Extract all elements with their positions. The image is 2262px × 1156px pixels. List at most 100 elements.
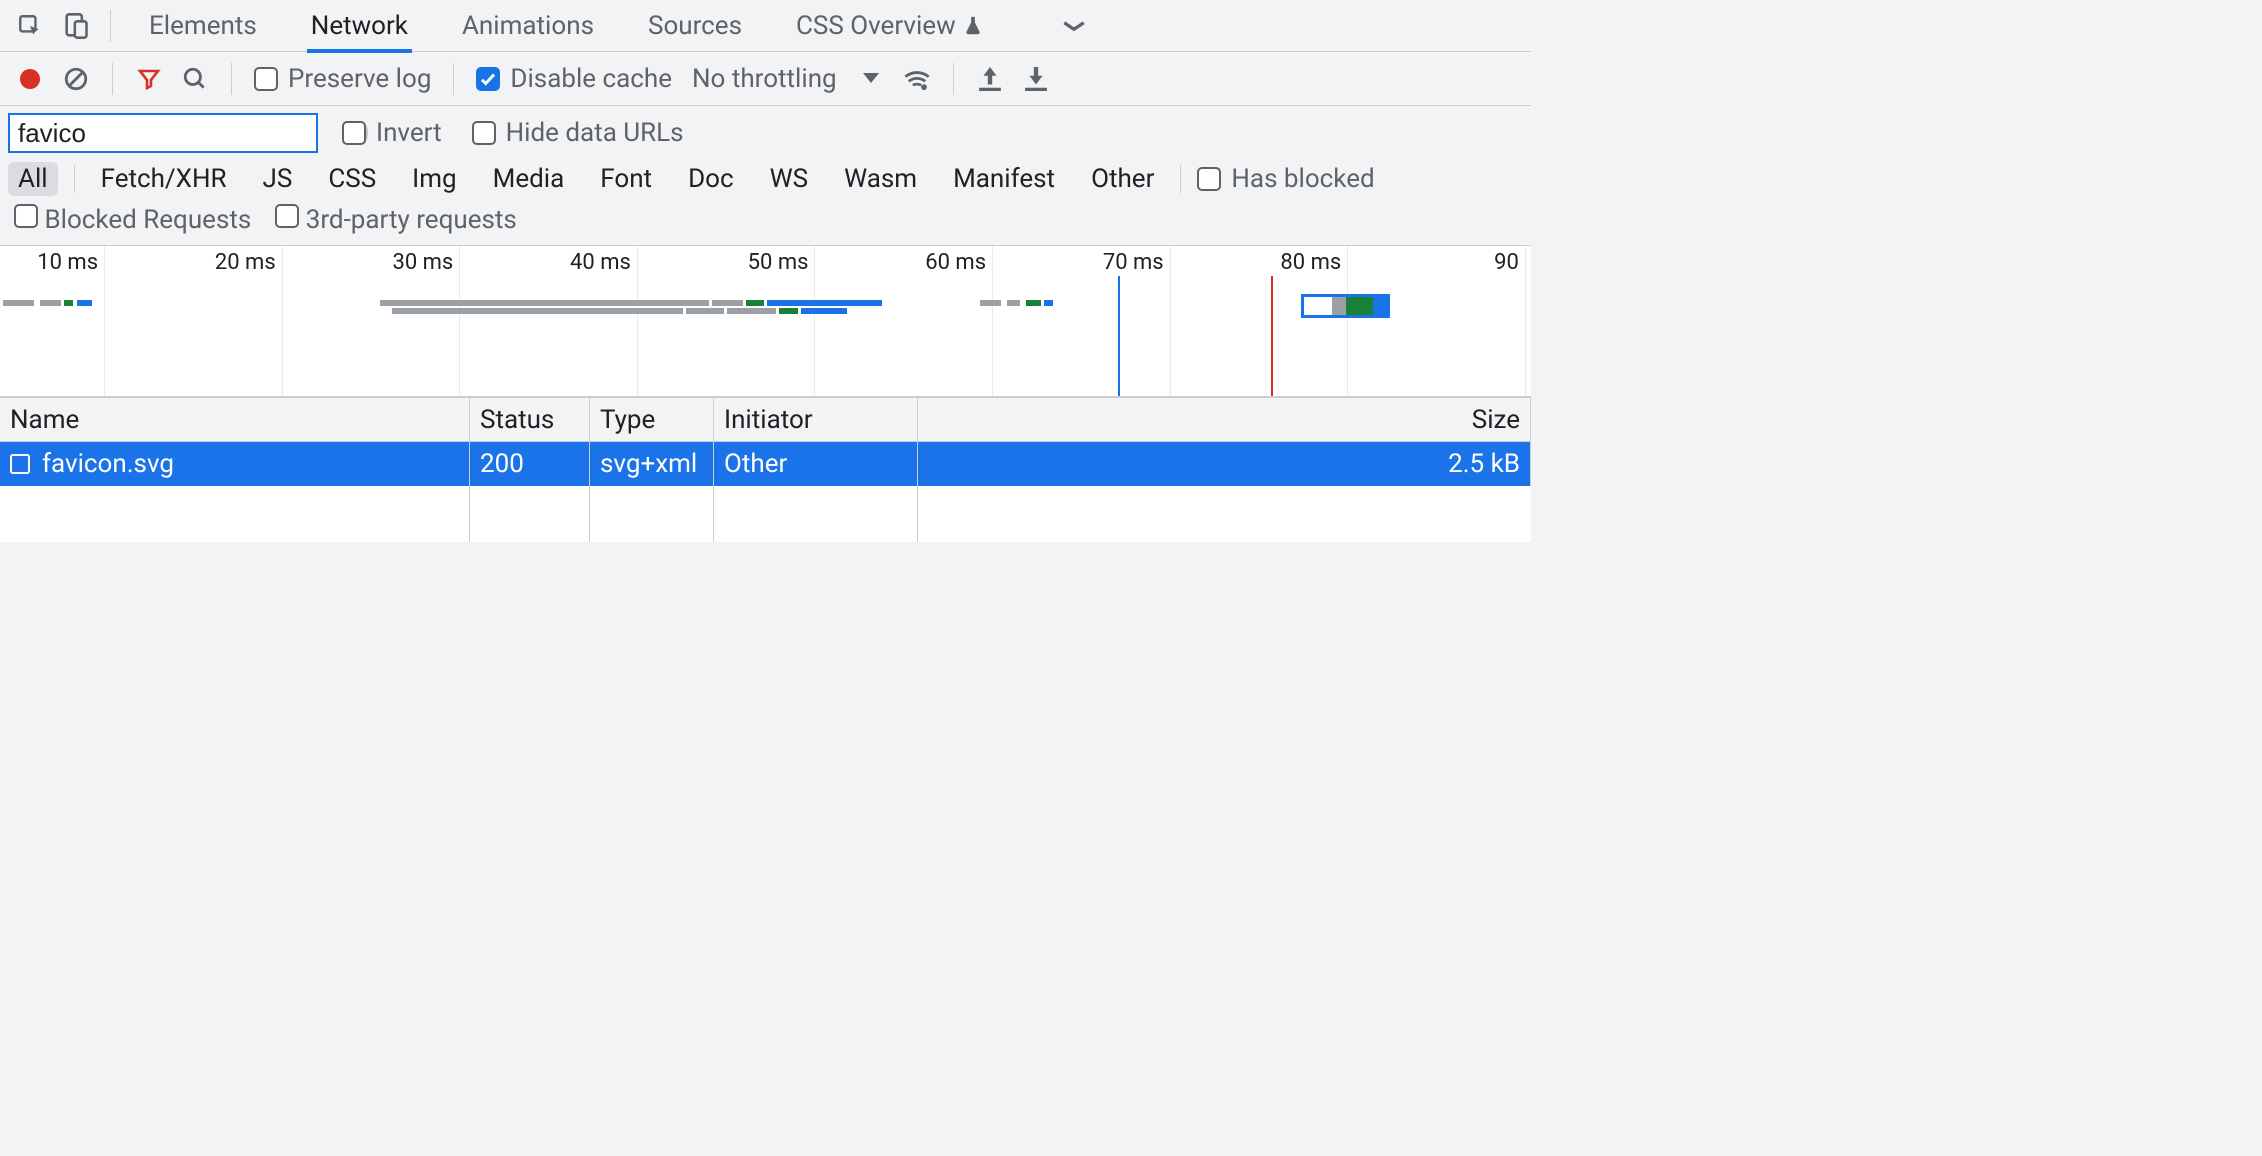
tab-css-overview-label: CSS Overview (796, 11, 956, 41)
divider (110, 10, 111, 42)
timeline-bar (686, 308, 724, 314)
table-header: Name Status Type Initiator Size (0, 398, 1531, 442)
tab-sources[interactable]: Sources (624, 0, 766, 52)
cell-size: 2.5 kB (918, 442, 1531, 486)
timeline-tick-label: 20 ms (215, 250, 282, 275)
col-name-header[interactable]: Name (0, 398, 470, 441)
tab-network[interactable]: Network (287, 0, 432, 52)
timeline-bar (64, 300, 73, 306)
hide-data-urls-label: Hide data URLs (506, 118, 684, 148)
col-initiator-header[interactable]: Initiator (714, 398, 918, 441)
filter-doc[interactable]: Doc (678, 162, 744, 196)
has-blocked-checkbox[interactable]: Has blocked (1197, 164, 1374, 194)
network-toolbar: Preserve log Disable cache No throttling (0, 52, 1531, 106)
filter-toggle-icon[interactable] (129, 59, 169, 99)
checkbox-checked-icon (476, 67, 500, 91)
filter-manifest[interactable]: Manifest (943, 162, 1065, 196)
checkbox-icon (342, 121, 366, 145)
record-button[interactable] (10, 59, 50, 99)
throttling-select[interactable]: No throttling (684, 64, 845, 94)
more-tabs-icon[interactable] (1054, 6, 1094, 46)
main-tabs-bar: Elements Network Animations Sources CSS … (0, 0, 1531, 52)
timeline-bar (1026, 300, 1041, 306)
timeline-tick-label: 90 (1494, 250, 1525, 275)
invert-checkbox[interactable]: Invert (336, 118, 448, 148)
timeline-bar (767, 300, 882, 306)
import-har-icon[interactable] (970, 59, 1010, 99)
timeline-tick-label: 60 ms (925, 250, 992, 275)
filter-other[interactable]: Other (1081, 162, 1164, 196)
checkbox-icon (14, 204, 38, 228)
timeline-tick-label: 30 ms (392, 250, 459, 275)
timeline-tick-label: 40 ms (570, 250, 637, 275)
col-status-header[interactable]: Status (470, 398, 590, 441)
timeline-bar (1007, 300, 1019, 306)
timeline-tick-label: 80 ms (1280, 250, 1347, 275)
checkbox-icon (1197, 167, 1221, 191)
tab-elements[interactable]: Elements (125, 0, 281, 52)
filter-css[interactable]: CSS (318, 162, 386, 196)
divider (231, 63, 232, 95)
hide-data-urls-checkbox[interactable]: Hide data URLs (466, 118, 690, 148)
timeline-bar (3, 300, 34, 306)
invert-label: Invert (376, 118, 442, 148)
dom-content-loaded-marker (1118, 276, 1120, 396)
overview-scrubber[interactable] (1301, 294, 1390, 318)
third-party-label: 3rd-party requests (306, 205, 517, 235)
filter-js[interactable]: JS (253, 162, 303, 196)
has-blocked-label: Has blocked (1231, 164, 1374, 194)
timeline-bar (392, 308, 683, 314)
filter-text-field[interactable] (18, 118, 353, 149)
timeline-bar (77, 300, 92, 306)
timeline-tick-label: 50 ms (748, 250, 815, 275)
timeline-bar (712, 300, 743, 306)
filter-fetch-xhr[interactable]: Fetch/XHR (91, 162, 237, 196)
filter-row: ✕ Invert Hide data URLs (0, 106, 1531, 160)
divider (453, 63, 454, 95)
col-size-header[interactable]: Size (918, 398, 1531, 441)
col-type-header[interactable]: Type (590, 398, 714, 441)
third-party-checkbox[interactable]: 3rd-party requests (275, 204, 517, 235)
filter-ws[interactable]: WS (760, 162, 819, 196)
timeline-bar (40, 300, 61, 306)
export-har-icon[interactable] (1016, 59, 1056, 99)
flask-icon (962, 15, 984, 37)
preserve-log-label: Preserve log (288, 64, 431, 94)
table-empty-row (0, 486, 1531, 542)
clear-button[interactable] (56, 59, 96, 99)
timeline-bar (746, 300, 764, 306)
file-icon (10, 454, 30, 474)
filter-font[interactable]: Font (590, 162, 662, 196)
tab-css-overview[interactable]: CSS Overview (772, 0, 1008, 52)
timeline-overview[interactable]: 10 ms 20 ms 30 ms 40 ms 50 ms 60 ms 70 ms 80 ms… (0, 245, 1531, 397)
checkbox-icon (472, 121, 496, 145)
timeline-bar (779, 308, 797, 314)
timeline-bar (801, 308, 847, 314)
preserve-log-checkbox[interactable]: Preserve log (248, 64, 437, 94)
checkbox-icon (275, 204, 299, 228)
network-conditions-icon[interactable] (897, 59, 937, 99)
timeline-bar (380, 300, 709, 306)
timeline-bar (727, 308, 776, 314)
blocked-requests-checkbox[interactable]: Blocked Requests (14, 204, 251, 235)
device-toggle-icon[interactable] (56, 6, 96, 46)
timeline-tick-label: 70 ms (1103, 250, 1170, 275)
timeline-bar (1044, 300, 1053, 306)
disable-cache-checkbox[interactable]: Disable cache (470, 64, 678, 94)
tab-animations[interactable]: Animations (438, 0, 618, 52)
throttling-dropdown-icon[interactable] (851, 59, 891, 99)
divider (1180, 165, 1181, 193)
cell-status: 200 (470, 442, 590, 486)
filter-all[interactable]: All (8, 162, 58, 196)
filter-wasm[interactable]: Wasm (834, 162, 927, 196)
timeline-tick-label: 10 ms (37, 250, 104, 275)
table-row[interactable]: favicon.svg 200 svg+xml Other 2.5 kB (0, 442, 1531, 486)
search-icon[interactable] (175, 59, 215, 99)
cell-name: favicon.svg (0, 442, 470, 486)
checkbox-icon (254, 67, 278, 91)
filter-input[interactable]: ✕ (8, 113, 318, 153)
filter-img[interactable]: Img (402, 162, 466, 196)
inspect-element-icon[interactable] (10, 6, 50, 46)
load-event-marker (1271, 276, 1273, 396)
filter-media[interactable]: Media (483, 162, 575, 196)
